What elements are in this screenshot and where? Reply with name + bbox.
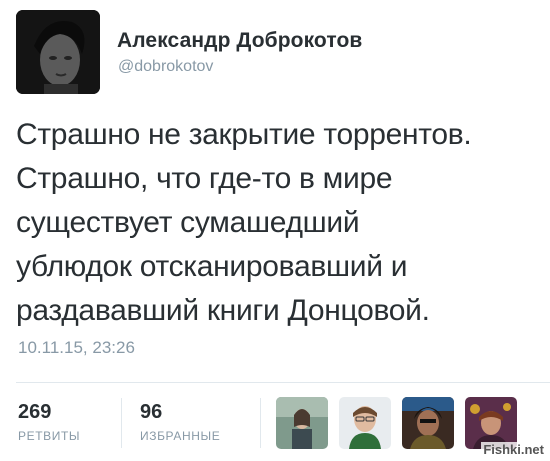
favoriter-avatar[interactable] xyxy=(339,397,391,449)
tweet-line: ублюдок отсканировавший и xyxy=(16,250,408,283)
favorites-count: 96 xyxy=(140,401,163,423)
user-avatar-icon xyxy=(402,397,454,449)
favorites-stat[interactable]: 96 ИЗБРАННЫЕ xyxy=(140,401,220,443)
retweets-stat[interactable]: 269 РЕТВИТЫ xyxy=(18,401,80,443)
author-handle[interactable]: @dobrokotov xyxy=(118,58,213,76)
author-name[interactable]: Александр Доброкотов xyxy=(117,29,362,53)
retweets-label: РЕТВИТЫ xyxy=(18,429,81,443)
author-avatar-icon xyxy=(16,10,100,94)
user-avatar-icon xyxy=(339,397,391,449)
watermark: Fishki.net xyxy=(481,442,546,457)
stats-separator xyxy=(121,398,122,448)
stats-divider xyxy=(16,382,550,383)
tweet-line: существует сумашедший xyxy=(16,206,360,239)
tweet-timestamp[interactable]: 10.11.15, 23:26 xyxy=(18,338,135,358)
tweet-line: Страшно не закрытие торрентов. xyxy=(16,118,472,151)
retweets-count: 269 xyxy=(18,401,52,423)
tweet-line: Страшно, что где-то в мире xyxy=(16,162,393,195)
tweet-line: раздававший книги Донцовой. xyxy=(16,294,430,327)
user-avatar-icon xyxy=(276,397,328,449)
tweet-text: Страшно не закрытие торрентов. Страшно, … xyxy=(16,113,541,333)
favoriter-avatar[interactable] xyxy=(276,397,328,449)
author-avatar[interactable] xyxy=(16,10,100,94)
favoriter-avatar[interactable] xyxy=(402,397,454,449)
favorites-label: ИЗБРАННЫЕ xyxy=(140,429,221,443)
stats-separator xyxy=(260,398,261,448)
